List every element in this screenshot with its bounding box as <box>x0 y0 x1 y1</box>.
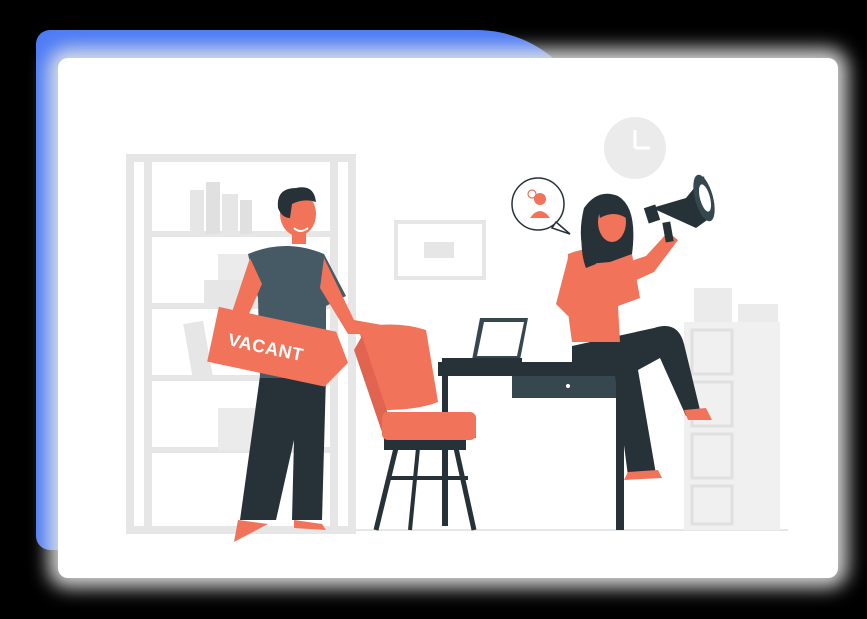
clock-icon <box>604 117 666 179</box>
stage: VACANT <box>0 0 867 619</box>
hiring-illustration: VACANT <box>126 117 788 542</box>
laptop-icon <box>442 318 528 363</box>
wall-picture <box>394 220 486 280</box>
user-bubble-icon <box>511 177 571 235</box>
chair <box>354 324 477 531</box>
megaphone-icon <box>643 174 715 243</box>
